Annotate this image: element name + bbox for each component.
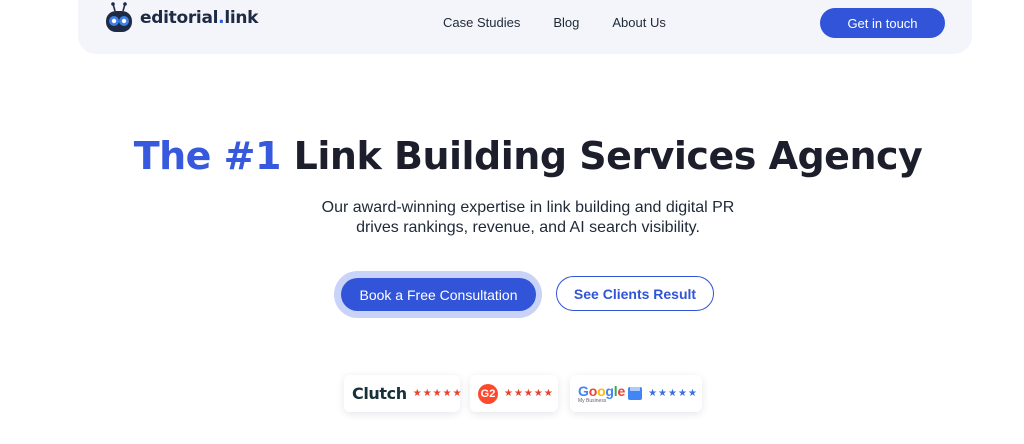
hero-subtitle-line-2: drives rankings, revenue, and AI search … [356, 219, 700, 236]
google-my-business-label: My Business [578, 397, 607, 404]
google-rating-badge: Google My Business ★★★★★ [570, 375, 702, 412]
nav-about-us[interactable]: About Us [612, 15, 665, 30]
nav-case-studies[interactable]: Case Studies [443, 15, 520, 30]
hero-subtitle-line-1: Our award-winning expertise in link buil… [321, 199, 735, 216]
g2-rating-badge: G2 ★★★★★ [470, 375, 558, 412]
clutch-logo: Clutch [352, 384, 407, 403]
main-nav: Case Studies Blog About Us [443, 15, 666, 30]
g2-stars: ★★★★★ [504, 388, 554, 399]
nav-blog[interactable]: Blog [553, 15, 579, 30]
clutch-stars: ★★★★★ [412, 388, 463, 399]
get-in-touch-button[interactable]: Get in touch [820, 8, 945, 38]
google-wordmark: Google [578, 382, 626, 399]
logo-text: editorial.link [140, 8, 259, 28]
clutch-rating-badge: Clutch ★★★★★ [344, 375, 463, 412]
g2-logo-icon: G2 [478, 383, 498, 404]
see-clients-result-button[interactable]: See Clients Result [556, 276, 714, 311]
hero-heading: The #1 Link Building Services Agency [133, 134, 923, 178]
book-consultation-button[interactable]: Book a Free Consultation [341, 278, 536, 311]
google-stars: ★★★★★ [648, 388, 698, 399]
site-logo[interactable]: editorial.link [104, 2, 259, 34]
robot-mascot-icon [104, 2, 134, 34]
top-navbar: editorial.link Case Studies Blog About U… [78, 0, 972, 54]
google-my-business-logo: Google My Business [578, 384, 625, 404]
google-my-business-icon [628, 387, 643, 400]
